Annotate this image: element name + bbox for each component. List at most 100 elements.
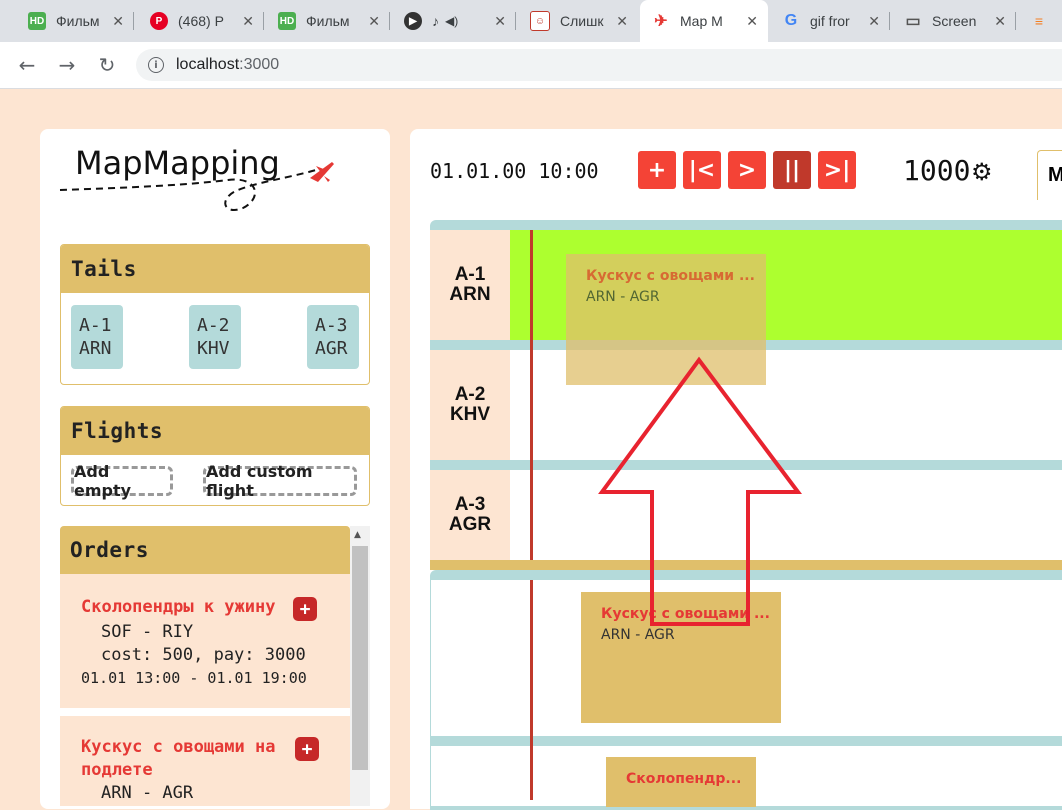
tab-title: Фильм bbox=[56, 13, 100, 29]
row-label-a2: A-2 KHV bbox=[430, 350, 510, 460]
tab-title: (468) P bbox=[178, 13, 224, 29]
order-title: Сколопендры к ужину bbox=[81, 597, 276, 617]
add-order-button[interactable]: + bbox=[295, 737, 319, 761]
add-button[interactable]: + bbox=[638, 151, 676, 189]
mode-tab[interactable]: M bbox=[1037, 150, 1062, 200]
row-code: A-3 bbox=[454, 494, 486, 515]
tail-code: A-1 bbox=[79, 315, 112, 336]
skip-start-button[interactable]: |< bbox=[683, 151, 721, 189]
browser-tab[interactable]: ▶ ♪ ◀) ✕ bbox=[392, 0, 516, 42]
close-icon[interactable]: ✕ bbox=[368, 13, 380, 30]
flights-panel: Flights Add empty Add custom flight bbox=[60, 406, 370, 506]
tails-panel: Tails A-1 ARN A-2 KHV A-3 AGR bbox=[60, 244, 370, 385]
tab-title: Фильм bbox=[306, 13, 350, 29]
order-route: ARN - AGR bbox=[101, 783, 194, 803]
close-icon[interactable]: ✕ bbox=[994, 13, 1006, 30]
back-button[interactable]: ← bbox=[14, 52, 40, 78]
play-icon: ▶ bbox=[404, 12, 422, 30]
google-icon: G bbox=[784, 12, 798, 29]
orders-scroll-thumb[interactable] bbox=[352, 546, 368, 770]
row-airport: KHV bbox=[449, 404, 491, 425]
play-button[interactable]: > bbox=[728, 151, 766, 189]
browser-tab-bar: HD Фильм ✕ P (468) P ✕ HD Фильм ✕ ▶ ♪ ◀)… bbox=[0, 0, 1062, 42]
row-code: A-1 bbox=[454, 264, 486, 285]
tail-chip-a2[interactable]: A-2 KHV bbox=[189, 305, 241, 369]
drag-arrow-annotation bbox=[598, 356, 802, 626]
tail-airport: AGR bbox=[315, 338, 348, 359]
tail-code: A-2 bbox=[197, 315, 230, 336]
order-time: 01.01 13:00 - 01.01 19:00 bbox=[81, 669, 307, 687]
monitor-icon: ▭ bbox=[905, 13, 921, 30]
row-airport: AGR bbox=[448, 514, 492, 535]
tail-chip-a1[interactable]: A-1 ARN bbox=[71, 305, 123, 369]
order-card[interactable]: Сколопендры к ужину + SOF - RIY cost: 50… bbox=[60, 576, 350, 708]
sim-clock: 01.01.00 10:00 bbox=[430, 159, 599, 183]
speed-value[interactable]: 1000 bbox=[903, 154, 970, 187]
order-route: SOF - RIY bbox=[101, 622, 194, 642]
close-icon[interactable]: ✕ bbox=[112, 13, 124, 30]
flight-title: Сколопендр... bbox=[626, 771, 742, 787]
close-icon[interactable]: ✕ bbox=[868, 13, 880, 30]
current-time-line bbox=[530, 230, 533, 560]
url-port: :3000 bbox=[239, 56, 280, 73]
add-custom-flight-button[interactable]: Add custom flight bbox=[203, 462, 357, 500]
stackoverflow-icon: ≡ bbox=[1034, 13, 1044, 29]
guitar-icon: ♪ bbox=[432, 13, 439, 29]
pause-button[interactable]: || bbox=[773, 151, 811, 189]
close-icon[interactable]: ✕ bbox=[746, 13, 758, 30]
scroll-up-icon[interactable]: ▲ bbox=[354, 530, 361, 540]
plane-icon: ✈ bbox=[654, 13, 668, 30]
tab-title: Слишк bbox=[560, 13, 604, 29]
tail-chip-a3[interactable]: A-3 AGR bbox=[307, 305, 359, 369]
current-time-line bbox=[530, 580, 533, 800]
browser-tab-active[interactable]: ✈ Map M ✕ bbox=[640, 0, 768, 42]
tail-code: A-3 bbox=[315, 315, 348, 336]
row-label-a3: A-3 AGR bbox=[430, 470, 510, 560]
browser-tab[interactable]: G gif fror ✕ bbox=[770, 0, 890, 42]
flights-title: Flights bbox=[61, 407, 369, 455]
flight-route: ARN - AGR bbox=[586, 289, 660, 305]
browser-tab[interactable]: HD Фильм ✕ bbox=[266, 0, 390, 42]
hd-icon: HD bbox=[278, 12, 296, 30]
tab-title: gif fror bbox=[810, 13, 850, 29]
plane-logo-icon bbox=[310, 162, 334, 182]
info-icon[interactable]: i bbox=[148, 57, 164, 73]
browser-tab[interactable]: ☺ Слишк ✕ bbox=[518, 0, 638, 42]
tails-title: Tails bbox=[61, 245, 369, 293]
tab-title: Screen bbox=[932, 13, 977, 29]
add-empty-button[interactable]: Add empty bbox=[71, 462, 173, 500]
add-order-button[interactable]: + bbox=[293, 597, 317, 621]
url-field[interactable]: i localhost:3000 bbox=[136, 49, 1062, 81]
hd-icon: HD bbox=[28, 12, 46, 30]
close-icon[interactable]: ✕ bbox=[242, 13, 254, 30]
orders-title: Orders bbox=[60, 526, 350, 574]
browser-tab[interactable]: P (468) P ✕ bbox=[138, 0, 264, 42]
order-title-line2: подлете bbox=[81, 760, 153, 780]
browser-tab[interactable]: ≡ bbox=[1018, 0, 1062, 42]
row-code: A-2 bbox=[454, 384, 486, 405]
row-label-a1: A-1 ARN bbox=[430, 230, 510, 340]
speaker-icon: ◀) bbox=[445, 14, 459, 28]
flight-block[interactable]: Сколопендр... bbox=[606, 757, 756, 807]
address-bar-area: ← → ↻ i localhost:3000 bbox=[0, 42, 1062, 89]
flight-title: Кускус с овощами ... bbox=[586, 268, 755, 284]
order-title-line1: Кускус с овощами на bbox=[81, 737, 276, 757]
close-icon[interactable]: ✕ bbox=[616, 13, 628, 30]
forward-button[interactable]: → bbox=[54, 52, 80, 78]
url-host: localhost bbox=[176, 56, 240, 73]
reload-button[interactable]: ↻ bbox=[94, 52, 120, 78]
flight-path-icon bbox=[59, 169, 317, 211]
app-icon: ☺ bbox=[530, 11, 550, 31]
gear-icon[interactable]: ⚙ bbox=[971, 158, 993, 186]
browser-tab[interactable]: ▭ Screen ✕ bbox=[892, 0, 1016, 42]
tail-airport: KHV bbox=[197, 338, 230, 359]
order-card[interactable]: Кускус с овощами на подлете + ARN - AGR bbox=[60, 716, 350, 806]
browser-tab[interactable]: HD Фильм ✕ bbox=[16, 0, 134, 42]
row-airport: ARN bbox=[449, 284, 491, 305]
skip-end-button[interactable]: >| bbox=[818, 151, 856, 189]
tab-title: Map M bbox=[680, 13, 723, 29]
order-cost: cost: 500, pay: 3000 bbox=[101, 645, 306, 665]
tail-airport: ARN bbox=[79, 338, 112, 359]
orders-panel: Orders Сколопендры к ужину + SOF - RIY c… bbox=[60, 526, 350, 806]
close-icon[interactable]: ✕ bbox=[494, 13, 506, 30]
